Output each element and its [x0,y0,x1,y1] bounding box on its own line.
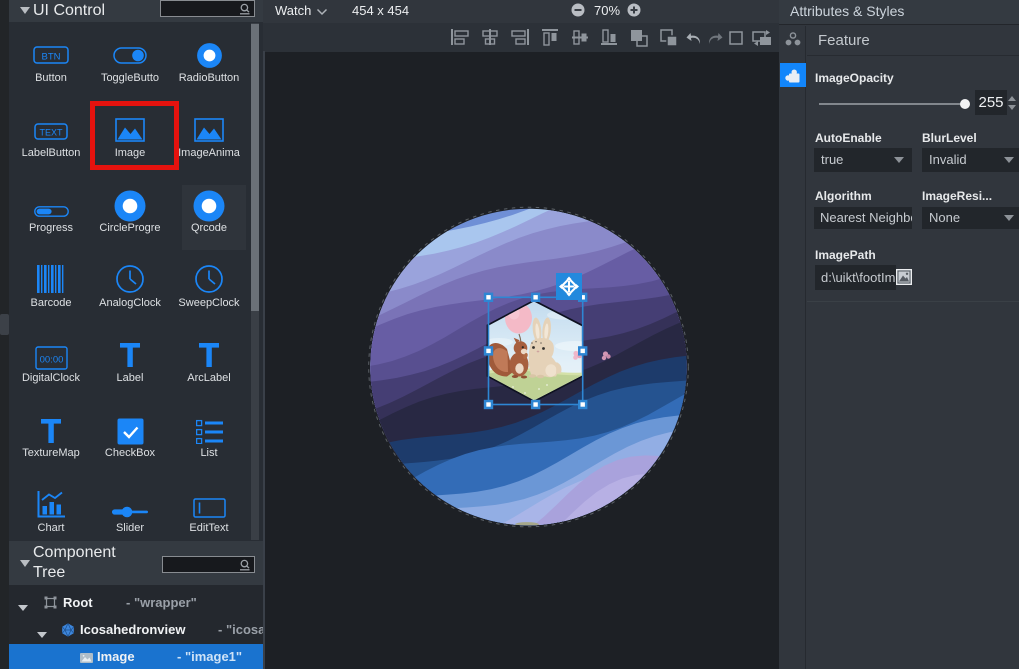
svg-text:BTN: BTN [42,52,61,63]
svg-text:00:00: 00:00 [39,355,63,366]
svg-text:TEXT: TEXT [39,127,63,137]
